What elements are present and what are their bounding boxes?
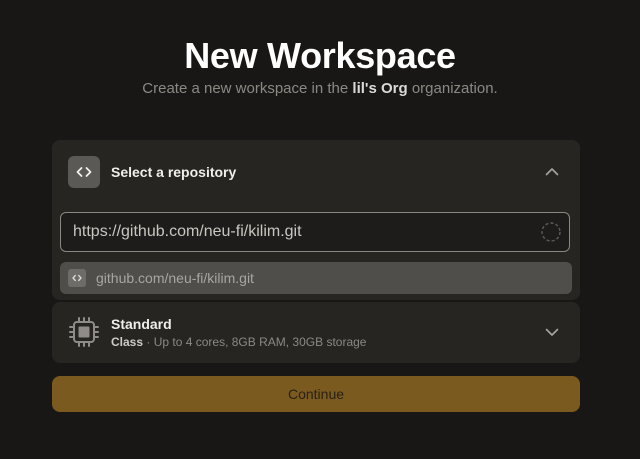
workspace-class-name: Standard — [111, 316, 172, 332]
page-title: New Workspace — [184, 35, 456, 76]
repository-url-input[interactable] — [73, 213, 523, 251]
repository-selector-label: Select a repository — [111, 164, 237, 180]
repository-suggestion-item[interactable]: github.com/neu-fi/kilim.git — [60, 262, 572, 294]
continue-button[interactable]: Continue — [52, 376, 580, 412]
workspace-class-selector[interactable]: Standard Class · Up to 4 cores, 8GB RAM,… — [52, 302, 580, 363]
workspace-class-separator: · — [143, 335, 154, 349]
subtitle-prefix: Create a new workspace in the — [142, 80, 353, 97]
workspace-class-specs: Up to 4 cores, 8GB RAM, 30GB storage — [153, 335, 367, 349]
org-name: lil's Org — [352, 80, 408, 97]
code-icon — [68, 156, 100, 188]
code-icon — [68, 269, 86, 287]
new-workspace-page: New Workspace Create a new workspace in … — [0, 0, 640, 459]
workspace-class-kind: Class — [111, 335, 144, 349]
repository-selector-card: Select a repository githu — [52, 140, 580, 300]
loading-spinner-icon — [541, 222, 561, 242]
subtitle-suffix: organization. — [407, 80, 498, 97]
page-subtitle: Create a new workspace in the lil's Org … — [0, 79, 640, 99]
repository-input-field — [60, 212, 570, 252]
cpu-chip-icon — [68, 316, 100, 348]
chevron-up-icon[interactable] — [544, 164, 560, 180]
chevron-down-icon[interactable] — [544, 324, 560, 340]
repository-selector-header[interactable]: Select a repository — [68, 156, 564, 188]
repository-suggestion-text: github.com/neu-fi/kilim.git — [96, 270, 254, 286]
workspace-class-description: Class · Up to 4 cores, 8GB RAM, 30GB sto… — [111, 335, 366, 349]
